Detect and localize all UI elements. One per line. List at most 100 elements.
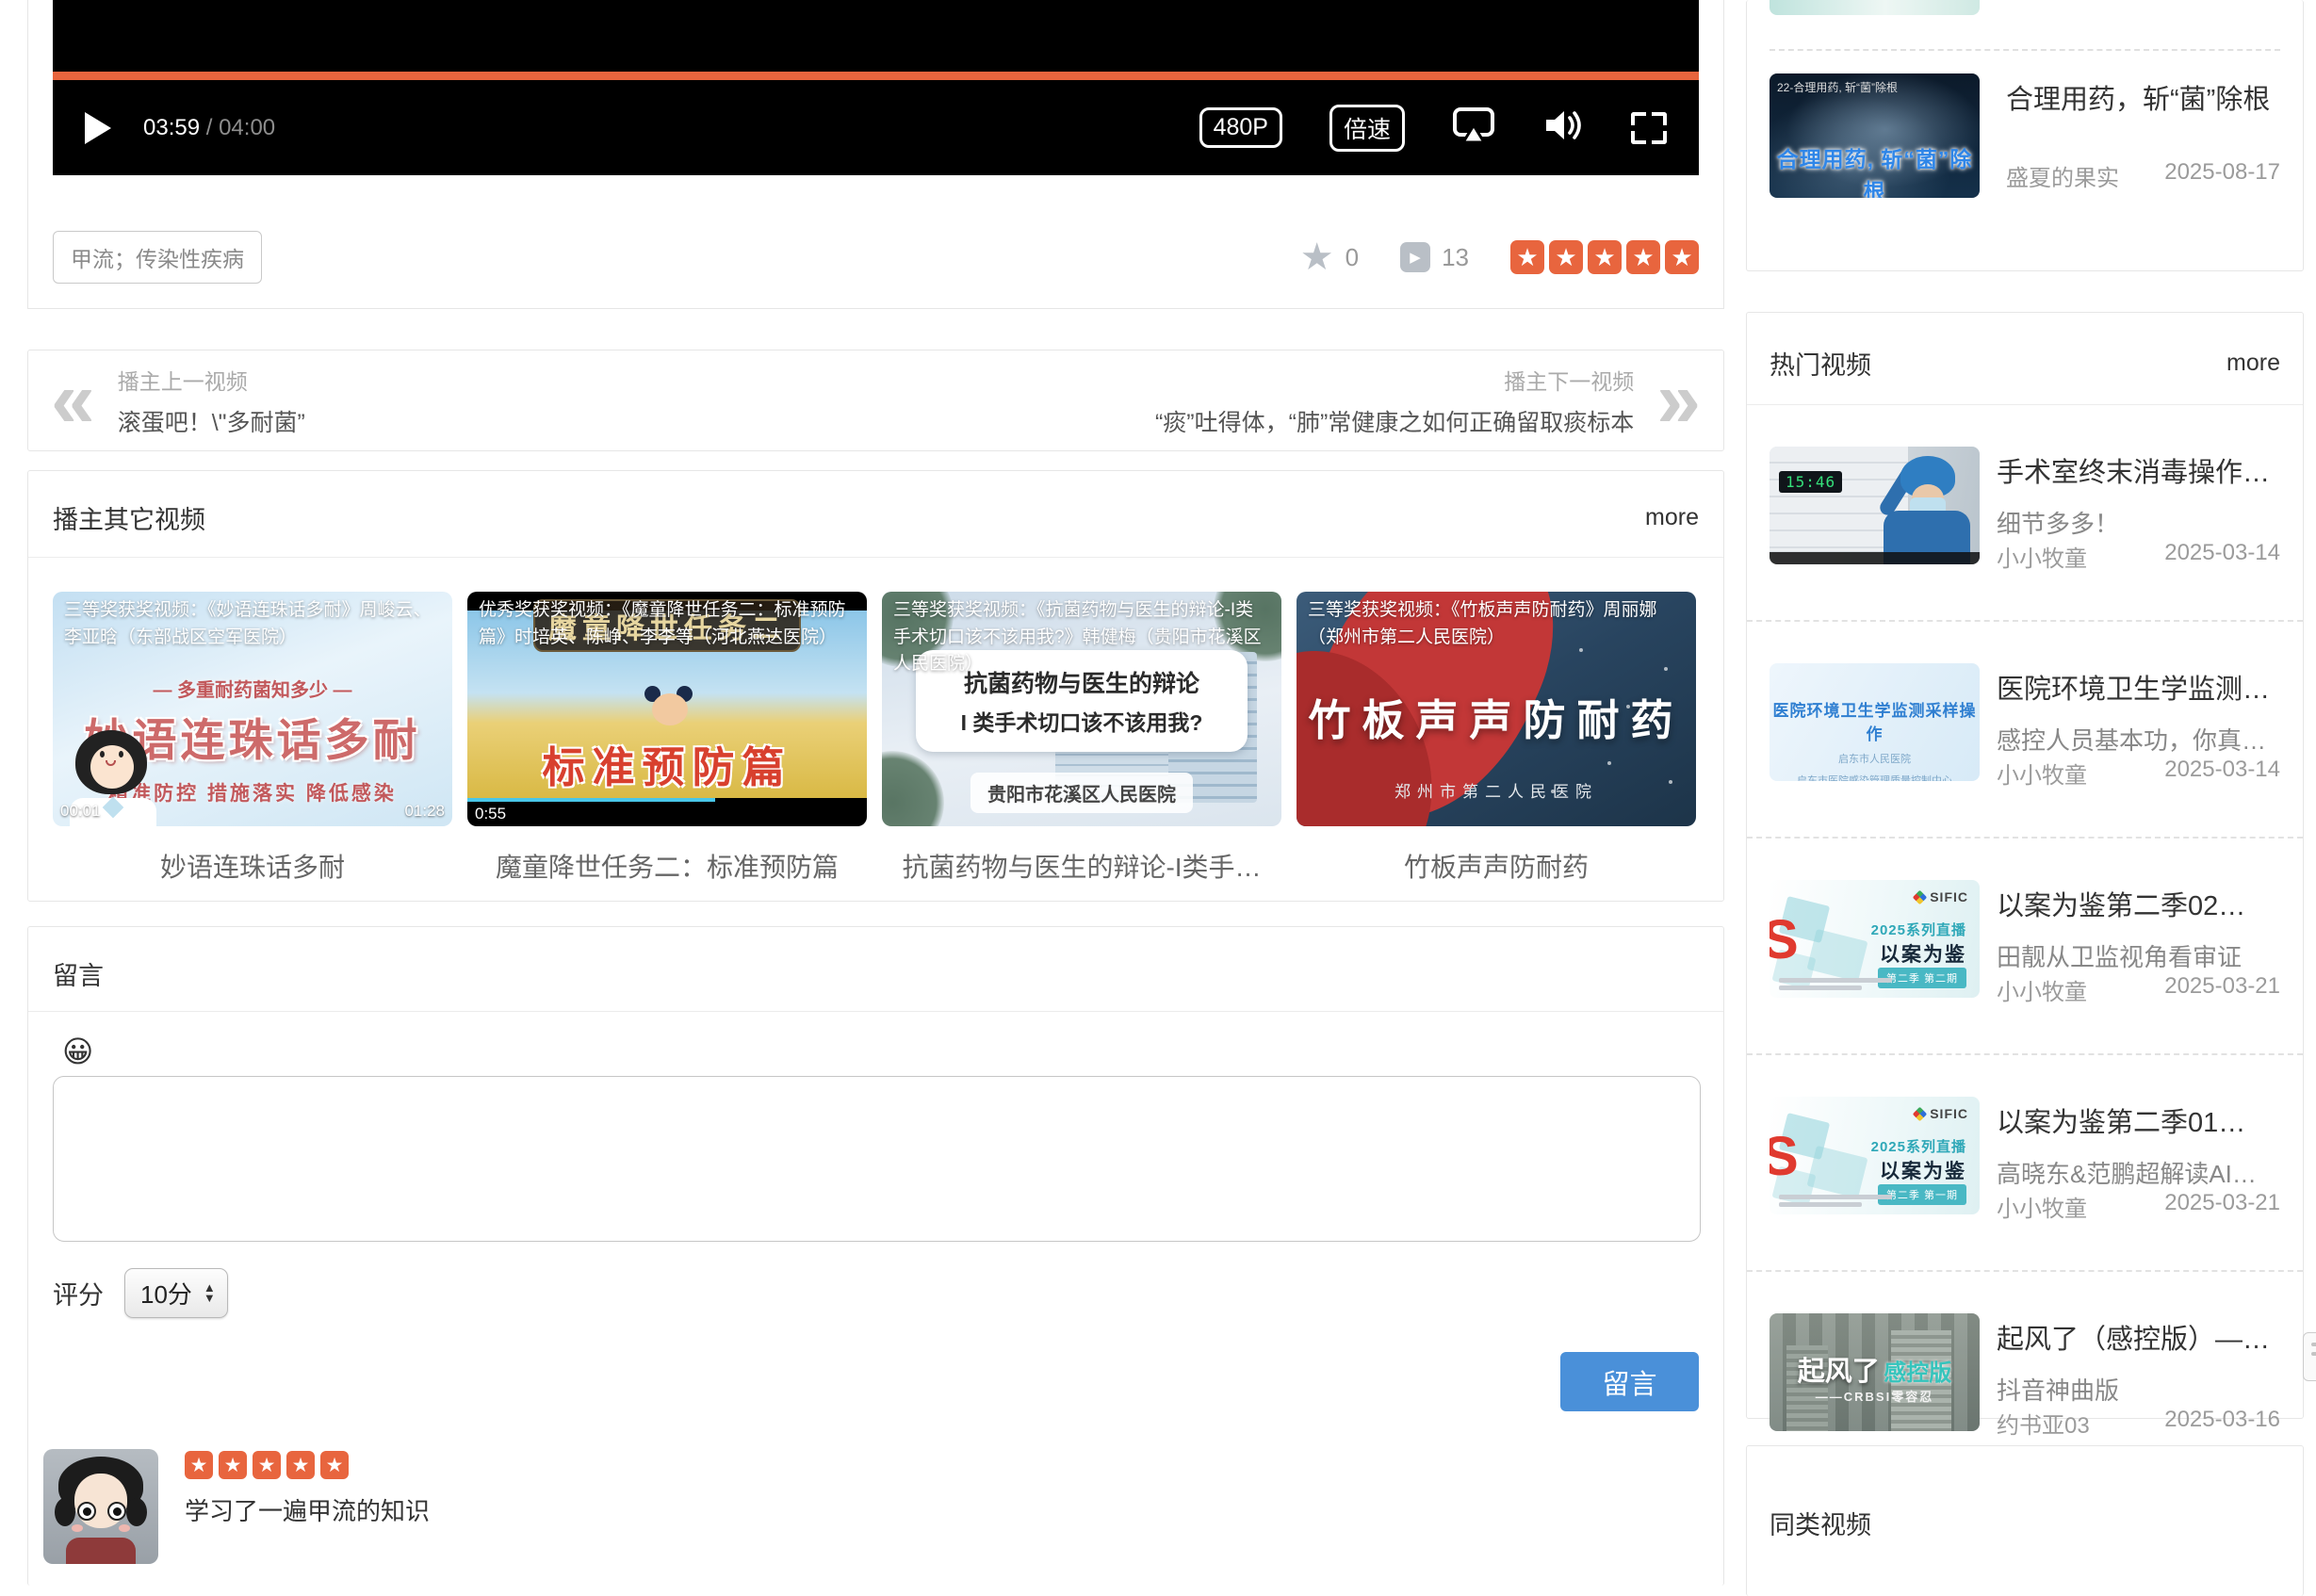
video-thumbnail[interactable]: 三等奖获奖视频：《竹板声声防耐药》周丽娜（郑州市第二人民医院） 竹板声声防耐药 … [1297, 592, 1696, 826]
prev-next-panel: « 播主上一视频 滚蛋吧！\"多耐菌” 播主下一视频 “痰”吐得体，“肺”常健康… [27, 350, 1724, 451]
video-thumbnail[interactable]: 15:46 [1770, 447, 1980, 564]
more-link[interactable]: more [1645, 504, 1699, 531]
thumb-main-title: 医院环境卫生学监测采样操作 [1770, 697, 1980, 744]
video-subtitle: 抖音神曲版 [1997, 1372, 2280, 1407]
video-player[interactable]: 03:59 / 04:00 480P 倍速 [53, 0, 1699, 175]
thumb-main-title: 以案为鉴 [1880, 939, 1966, 968]
rating-star-icon: ★ [1510, 240, 1544, 274]
other-video-item[interactable]: 三等奖获奖视频：《竹板声声防耐药》周丽娜（郑州市第二人民医院） 竹板声声防耐药 … [1297, 592, 1696, 885]
video-author[interactable]: 盛夏的果实 [2006, 159, 2119, 192]
emoji-picker-icon[interactable]: 😀 [62, 1036, 93, 1067]
thumb-main-title: 合理用药, 斩“菌”除根 [1773, 141, 1976, 198]
total-time: 04:00 [219, 115, 275, 140]
sific-logo: SIFIC [1915, 889, 1968, 904]
thumb-logo-letter: S [1770, 908, 1799, 971]
player-controls: 03:59 / 04:00 480P 倍速 [53, 80, 1699, 175]
video-author[interactable]: 小小牧童 [1997, 540, 2087, 573]
sific-logo: SIFIC [1915, 1106, 1968, 1121]
video-thumbnail[interactable]: 三等奖获奖视频：《妙语连珠话多耐》周峻云、李亚晗（东部战区空军医院） — 多重耐… [53, 592, 452, 826]
other-video-item[interactable]: 魔童降世任务二 优秀奖获奖视频：《魔童降世任务二：标准预防篇》时培英、陈峥、李李… [467, 592, 867, 885]
cutoff-thumbnail[interactable] [1770, 0, 1980, 15]
next-video-link[interactable]: 播主下一视频 “痰”吐得体，“肺”常健康之如何正确留取痰标本 » [1155, 364, 1701, 438]
time-separator: / [206, 115, 213, 140]
video-author[interactable]: 小小牧童 [1997, 973, 2087, 1006]
video-thumbnail[interactable]: S SIFIC 2025系列直播 以案为鉴 第二季 第一期 [1770, 1097, 1980, 1214]
sidebar-video-item[interactable]: 15:46 手术室终末消毒操作… 细节多多！ 小小牧童 2025-03-14 [1747, 405, 2303, 622]
comments-panel: 留言 😀 评分 10分 ▲▼ 留言 ★ ★ ★ ★ ★ 学习了 [27, 926, 1724, 1586]
thumb-hospital-label: 郑州市第二人民医院 [1297, 778, 1696, 802]
video-thumbnail[interactable]: 22-合理用药, 斩“菌”除根 合理用药, 斩“菌”除根 [1770, 73, 1980, 198]
play-count-icon: ▶ [1400, 242, 1430, 272]
prev-video-link[interactable]: « 播主上一视频 滚蛋吧！\"多耐菌” [51, 364, 305, 438]
video-date: 2025-03-16 [2164, 1407, 2280, 1440]
comment-input[interactable] [53, 1076, 1701, 1242]
rating-select[interactable]: 10分 ▲▼ [124, 1268, 228, 1318]
volume-icon[interactable] [1542, 107, 1584, 148]
quality-button[interactable]: 480P [1199, 107, 1282, 148]
favorite-star-icon[interactable]: ★ [1300, 238, 1334, 276]
sidebar-video-item[interactable]: S SIFIC 2025系列直播 以案为鉴 第二季 第二期 以案为鉴第二季02…… [1747, 839, 2303, 1055]
sidebar-video-item[interactable]: 22-合理用药, 斩“菌”除根 合理用药, 斩“菌”除根 合理用药，斩“菌”除根… [1770, 51, 2280, 198]
rating-star-icon: ★ [1665, 240, 1699, 274]
thumb-series-text: 2025系列直播 [1871, 920, 1966, 939]
play-icon[interactable] [85, 112, 111, 144]
video-caption[interactable]: 竹板声声防耐药 [1297, 847, 1696, 885]
video-subtitle: 感控人员基本功，你真的会采 [1997, 722, 2280, 757]
player-progress-bar[interactable] [53, 72, 1699, 80]
floating-widget-button[interactable] [2303, 1332, 2316, 1381]
avatar [43, 1449, 158, 1564]
video-caption[interactable]: 抗菌药物与医生的辩论-I类手… [882, 847, 1281, 885]
video-thumbnail[interactable]: 魔童降世任务二 优秀奖获奖视频：《魔童降世任务二：标准预防篇》时培英、陈峥、李李… [467, 592, 867, 826]
video-date: 2025-03-14 [2164, 757, 2280, 790]
video-rating-stars: ★ ★ ★ ★ ★ [1510, 240, 1699, 274]
video-caption[interactable]: 妙语连珠话多耐 [53, 847, 452, 885]
video-thumbnail[interactable]: 三等奖获奖视频：《抗菌药物与医生的辩论-I类手术切口该不该用我?》韩健梅（贵阳市… [882, 592, 1281, 826]
video-tag-chip[interactable]: 甲流；传染性疾病 [53, 231, 262, 284]
rating-star-icon: ★ [1626, 240, 1660, 274]
play-count-group: ▶ 13 [1400, 242, 1469, 272]
video-title[interactable]: 以案为鉴第二季01… [1997, 1100, 2280, 1140]
next-title[interactable]: “痰”吐得体，“肺”常健康之如何正确留取痰标本 [1155, 404, 1634, 438]
sidebar-video-item[interactable]: S SIFIC 2025系列直播 以案为鉴 第二季 第一期 以案为鉴第二季01…… [1747, 1055, 2303, 1272]
video-thumbnail[interactable]: 起风了 感控版 ——CRBSI零容忍 [1770, 1313, 1980, 1431]
video-date: 2025-03-21 [2164, 1190, 2280, 1223]
video-title[interactable]: 手术室终末消毒操作… [1997, 450, 2280, 490]
video-author[interactable]: 小小牧童 [1997, 1190, 2087, 1223]
video-author[interactable]: 小小牧童 [1997, 757, 2087, 790]
diamond-icon [1913, 1106, 1928, 1121]
prev-title[interactable]: 滚蛋吧！\"多耐菌” [118, 404, 305, 438]
video-title[interactable]: 医院环境卫生学监测… [1997, 667, 2280, 707]
more-link[interactable]: more [2226, 350, 2280, 377]
video-thumbnail[interactable]: 医院环境卫生学监测采样操作 启东市人民医院 启东市医院感染管理质量控制中心 20… [1770, 663, 1980, 781]
video-date: 2025-03-14 [2164, 540, 2280, 573]
speed-button[interactable]: 倍速 [1329, 105, 1405, 152]
section-title: 热门视频 [1770, 345, 1871, 382]
comment-item: ★ ★ ★ ★ ★ 学习了一遍甲流的知识 [43, 1449, 1708, 1564]
video-title[interactable]: 合理用药，斩“菌”除根 [2006, 77, 2280, 117]
comment-text: 学习了一遍甲流的知识 [185, 1492, 430, 1527]
rating-star-icon: ★ [1549, 240, 1583, 274]
next-label: 播主下一视频 [1155, 364, 1634, 396]
other-video-item[interactable]: 三等奖获奖视频：《妙语连珠话多耐》周峻云、李亚晗（东部战区空军医院） — 多重耐… [53, 592, 452, 885]
airplay-icon[interactable] [1452, 106, 1495, 149]
video-thumbnail[interactable]: S SIFIC 2025系列直播 以案为鉴 第二季 第二期 [1770, 880, 1980, 998]
favorite-count-group[interactable]: ★ 0 [1300, 238, 1359, 276]
video-caption[interactable]: 魔童降世任务二：标准预防篇 [467, 847, 867, 885]
thumb-overlay-text: 三等奖获奖视频：《竹板声声防耐药》周丽娜（郑州市第二人民医院） [1308, 597, 1685, 651]
video-title[interactable]: 以案为鉴第二季02… [1997, 884, 2280, 923]
thumb-line: 启东市人民医院 [1770, 751, 1980, 766]
sidebar-video-item[interactable]: 医院环境卫生学监测采样操作 启东市人民医院 启东市医院感染管理质量控制中心 20… [1747, 622, 2303, 839]
thumb-overlay-text: 优秀奖获奖视频：《魔童降世任务二：标准预防篇》时培英、陈峥、李李等（河北燕达医院… [479, 597, 856, 651]
other-video-item[interactable]: 三等奖获奖视频：《抗菌药物与医生的辩论-I类手术切口该不该用我?》韩健梅（贵阳市… [882, 592, 1281, 885]
thumb-clock-text: 15:46 [1779, 471, 1842, 493]
thumb-main-title: 标准预防篇 [467, 733, 867, 794]
section-title: 同类视频 [1747, 1446, 2303, 1541]
video-title[interactable]: 起风了（感控版）—… [1997, 1317, 2280, 1357]
video-panel: 03:59 / 04:00 480P 倍速 [27, 0, 1724, 309]
comment-rating-stars: ★ ★ ★ ★ ★ [185, 1451, 430, 1479]
rating-star-icon: ★ [219, 1451, 247, 1479]
video-author[interactable]: 约书亚03 [1997, 1407, 2090, 1440]
fullscreen-icon[interactable] [1631, 112, 1667, 144]
thumb-timestamp: 00:01 [60, 802, 101, 821]
submit-comment-button[interactable]: 留言 [1560, 1352, 1699, 1411]
